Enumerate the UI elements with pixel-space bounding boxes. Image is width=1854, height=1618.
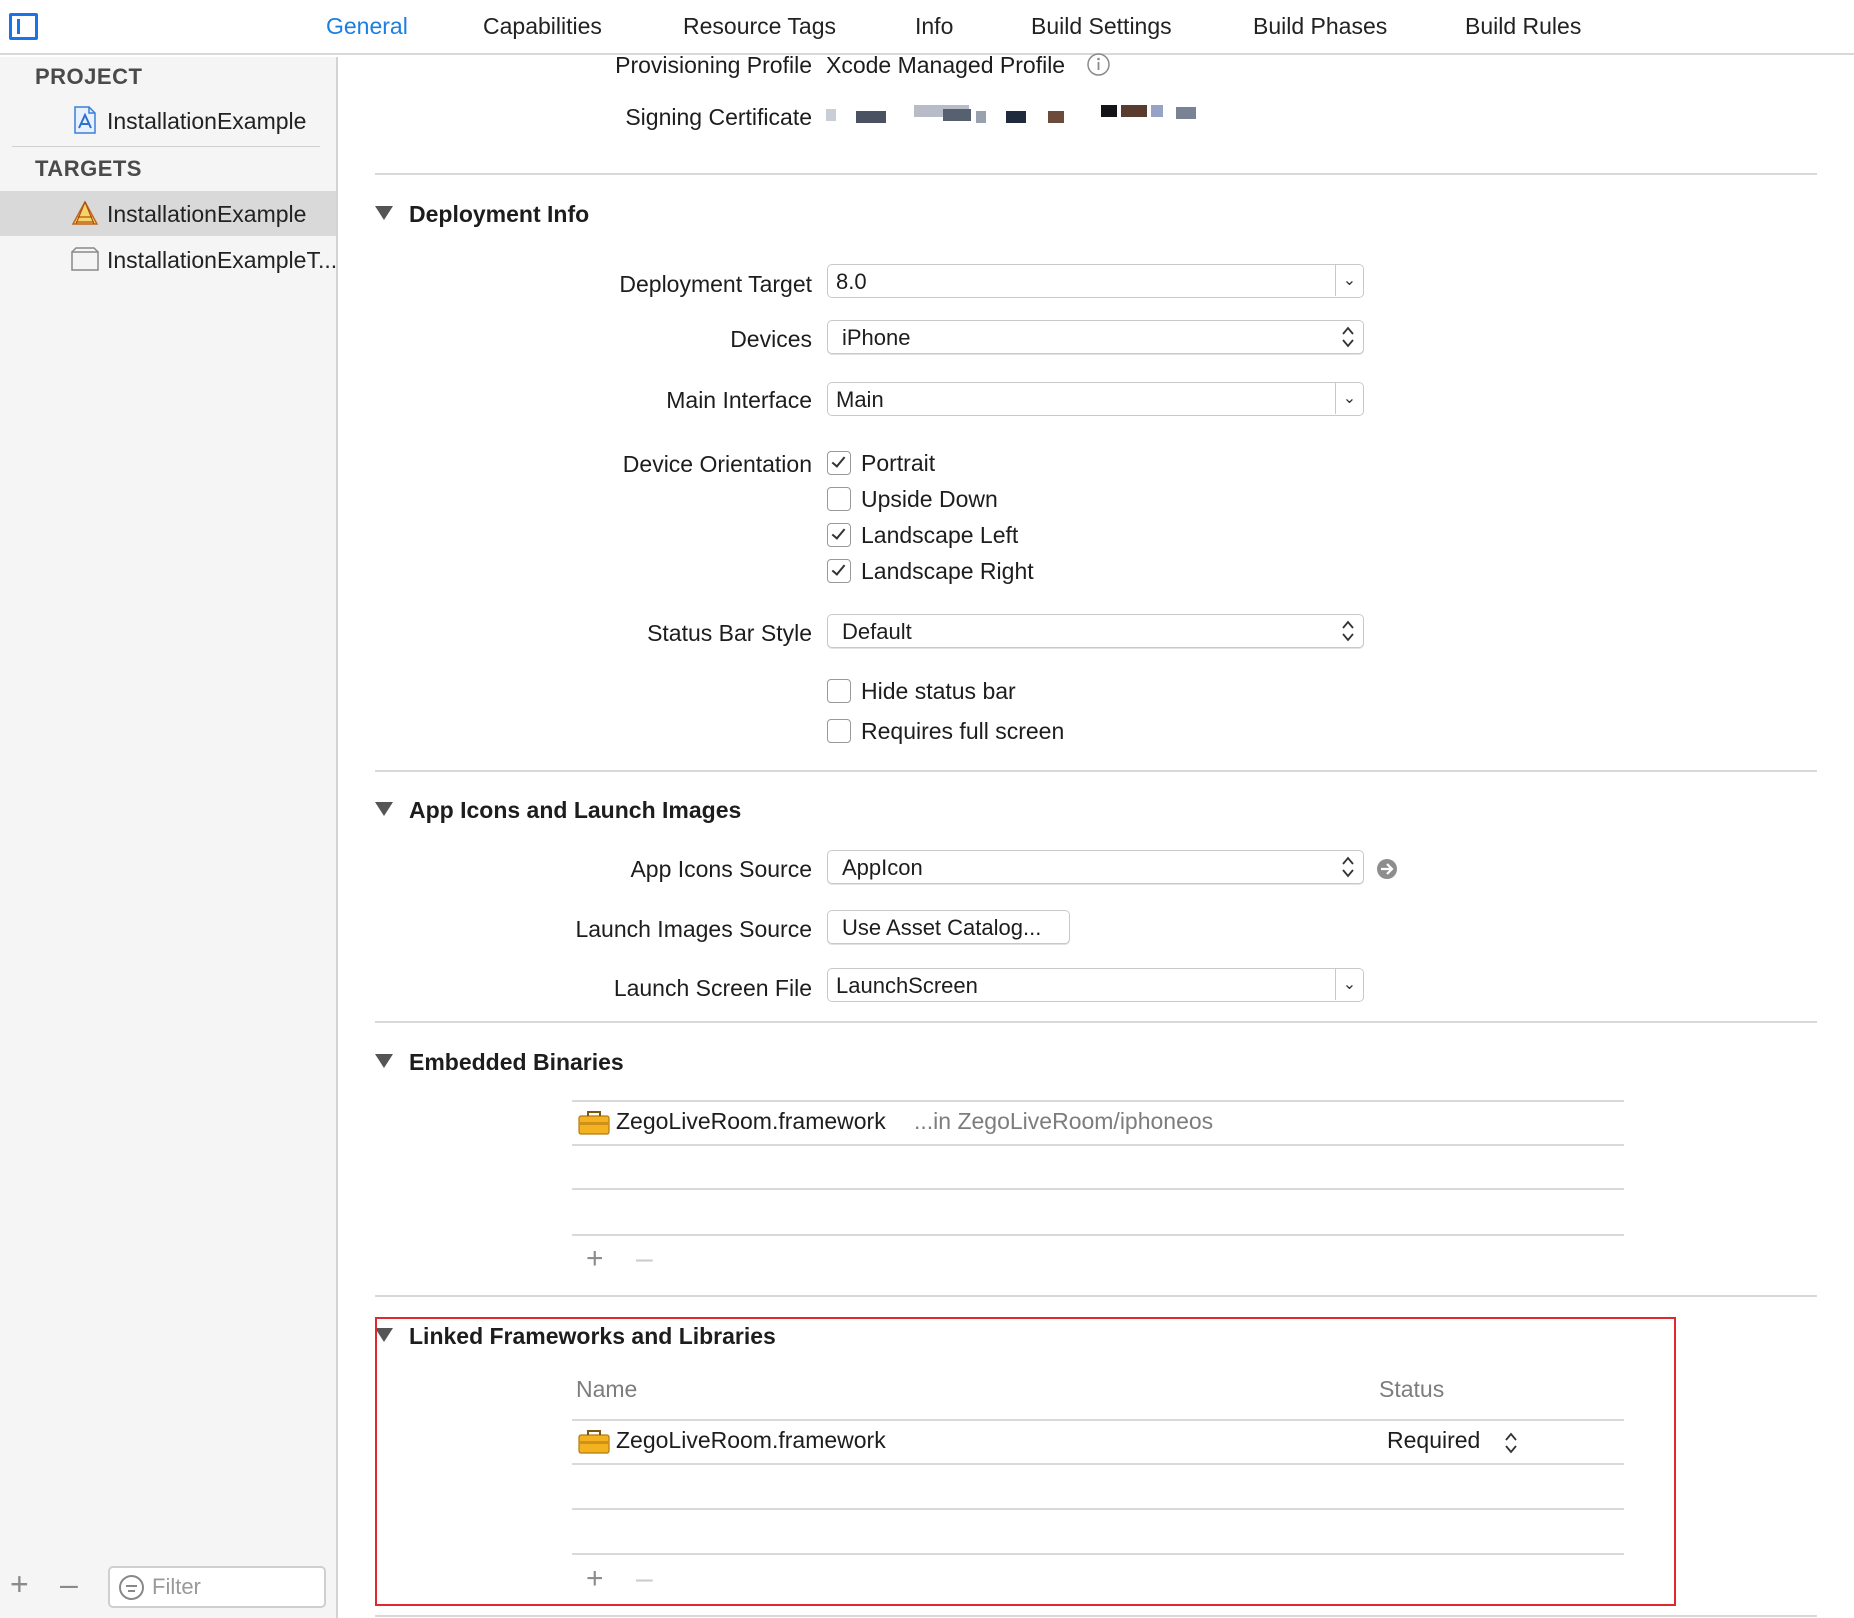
filter-icon [119, 1575, 144, 1600]
table-divider [572, 1234, 1624, 1236]
app-icons-source-value: AppIcon [842, 855, 923, 880]
tab-capabilities[interactable]: Capabilities [483, 13, 602, 40]
launch-images-source-label: Launch Images Source [575, 916, 812, 942]
up-down-arrows-icon [1342, 326, 1354, 348]
status-bar-style-popup[interactable]: Default [827, 614, 1364, 648]
up-down-arrows-icon [1342, 856, 1354, 878]
add-embedded-binary-button[interactable]: + [586, 1244, 604, 1274]
go-to-arrow-icon[interactable] [1376, 858, 1398, 880]
framework-name: ZegoLiveRoom.framework [616, 1108, 886, 1134]
section-divider [375, 770, 1817, 772]
signing-certificate-value-obscured [826, 105, 1266, 125]
button-label: Use Asset Catalog... [842, 915, 1042, 940]
main-interface-combobox[interactable]: Main ⌄ [827, 382, 1364, 416]
app-icons-source-label: App Icons Source [630, 856, 812, 882]
app-icons-section-header[interactable]: App Icons and Launch Images [375, 797, 741, 824]
landscape-right-checkbox[interactable] [827, 559, 851, 583]
portrait-checkbox[interactable] [827, 451, 851, 475]
project-navigator-sidebar: PROJECT InstallationExample TARGETS Inst… [0, 57, 338, 1618]
chevron-down-icon[interactable]: ⌄ [1335, 969, 1363, 1000]
sidebar-item-project[interactable]: InstallationExample [0, 98, 336, 143]
sidebar-item-label: InstallationExampleT... [107, 247, 338, 273]
framework-toolbox-icon [578, 1111, 610, 1135]
filter-input[interactable] [152, 1572, 320, 1602]
sidebar-item-label: InstallationExample [107, 108, 307, 134]
sidebar-divider [12, 146, 320, 147]
launch-screen-file-label: Launch Screen File [613, 975, 812, 1001]
disclosure-triangle-icon[interactable] [375, 206, 393, 220]
chevron-down-icon[interactable]: ⌄ [1335, 265, 1363, 296]
devices-value: iPhone [842, 325, 911, 350]
sidebar-item-target-tests[interactable]: InstallationExampleT... [0, 237, 338, 282]
portrait-label[interactable]: Portrait [861, 450, 935, 477]
status-bar-style-value: Default [842, 619, 912, 644]
device-orientation-label: Device Orientation [622, 451, 812, 477]
add-target-button[interactable]: + [10, 1568, 29, 1600]
table-divider [572, 1144, 1624, 1146]
launch-screen-file-combobox[interactable]: LaunchScreen ⌄ [827, 968, 1364, 1002]
upside-down-label[interactable]: Upside Down [861, 486, 998, 513]
deployment-info-section-header[interactable]: Deployment Info [375, 201, 589, 228]
targets-header: TARGETS [35, 156, 142, 181]
framework-path: ...in ZegoLiveRoom/iphoneos [914, 1108, 1214, 1134]
provisioning-profile-label: Provisioning Profile [615, 52, 812, 78]
use-asset-catalog-button[interactable]: Use Asset Catalog... [827, 910, 1070, 944]
app-icons-source-popup[interactable]: AppIcon [827, 850, 1364, 884]
sidebar-toggle-icon[interactable] [9, 13, 38, 40]
section-divider [375, 1615, 1817, 1617]
sidebar-item-label: InstallationExample [107, 201, 307, 227]
project-header: PROJECT [35, 64, 143, 89]
main-interface-label: Main Interface [666, 387, 812, 413]
landscape-left-label[interactable]: Landscape Left [861, 522, 1018, 549]
status-bar-style-label: Status Bar Style [647, 620, 812, 646]
section-divider [375, 173, 1817, 175]
disclosure-triangle-icon[interactable] [375, 802, 393, 816]
table-row[interactable]: ZegoLiveRoom.framework ...in ZegoLiveRoo… [572, 1101, 1624, 1144]
tab-build-settings[interactable]: Build Settings [1031, 13, 1172, 40]
remove-embedded-binary-button[interactable]: – [636, 1244, 653, 1274]
test-bundle-icon [71, 247, 99, 271]
section-title: Deployment Info [409, 201, 590, 227]
devices-popup[interactable]: iPhone [827, 320, 1364, 354]
section-title: Embedded Binaries [409, 1049, 624, 1075]
deployment-target-combobox[interactable]: 8.0 ⌄ [827, 264, 1364, 298]
deployment-target-value[interactable]: 8.0 [836, 269, 867, 295]
sidebar-bottom-bar: + – [0, 1558, 336, 1618]
up-down-arrows-icon [1342, 620, 1354, 642]
section-title: App Icons and Launch Images [409, 797, 742, 823]
upside-down-checkbox[interactable] [827, 487, 851, 511]
launch-screen-file-value[interactable]: LaunchScreen [836, 973, 978, 999]
sidebar-item-target-app[interactable]: InstallationExample [0, 191, 336, 236]
tab-build-phases[interactable]: Build Phases [1253, 13, 1387, 40]
chevron-down-icon[interactable]: ⌄ [1335, 383, 1363, 414]
tab-general[interactable]: General [326, 13, 408, 40]
devices-label: Devices [730, 326, 812, 352]
main-interface-value[interactable]: Main [836, 387, 884, 413]
tab-bar: General Capabilities Resource Tags Info … [0, 0, 1854, 55]
project-file-icon [74, 106, 96, 134]
embedded-binaries-section-header[interactable]: Embedded Binaries [375, 1049, 624, 1076]
remove-target-button[interactable]: – [60, 1568, 78, 1600]
filter-field[interactable] [108, 1566, 326, 1608]
tab-build-rules[interactable]: Build Rules [1465, 13, 1581, 40]
landscape-right-label[interactable]: Landscape Right [861, 558, 1034, 585]
hide-status-bar-label[interactable]: Hide status bar [861, 678, 1016, 705]
disclosure-triangle-icon[interactable] [375, 1054, 393, 1068]
tab-resource-tags[interactable]: Resource Tags [683, 13, 836, 40]
landscape-left-checkbox[interactable] [827, 523, 851, 547]
signing-certificate-label: Signing Certificate [625, 104, 812, 130]
table-divider [572, 1188, 1624, 1190]
tab-info[interactable]: Info [915, 13, 953, 40]
info-icon[interactable] [1086, 52, 1111, 77]
app-target-icon [71, 200, 99, 225]
provisioning-profile-value: Xcode Managed Profile [826, 52, 1066, 78]
section-divider [375, 1021, 1817, 1023]
requires-full-screen-label[interactable]: Requires full screen [861, 718, 1064, 745]
highlight-annotation-box [375, 1317, 1676, 1606]
requires-full-screen-checkbox[interactable] [827, 719, 851, 743]
deployment-target-label: Deployment Target [619, 271, 812, 297]
hide-status-bar-checkbox[interactable] [827, 679, 851, 703]
section-divider [375, 1295, 1817, 1297]
